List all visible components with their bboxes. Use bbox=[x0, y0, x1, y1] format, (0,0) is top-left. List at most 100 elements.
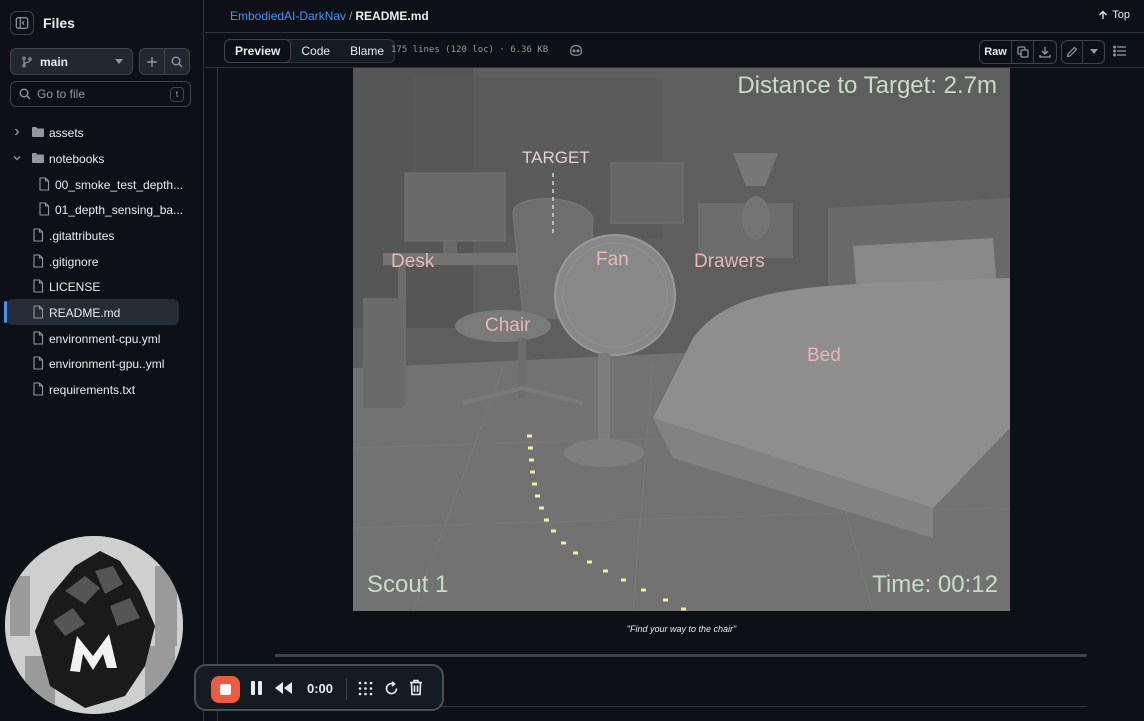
tree-item-label: environment-cpu.yml bbox=[49, 332, 161, 346]
back-to-top-button[interactable]: Top bbox=[1098, 9, 1130, 21]
tab-preview[interactable]: Preview bbox=[224, 39, 292, 63]
breadcrumb: EmbodiedAI-DarkNav / README.md bbox=[230, 9, 429, 23]
file-meta: 175 lines (120 loc) · 6.36 KB bbox=[391, 45, 549, 55]
collapse-sidebar-button[interactable] bbox=[10, 11, 34, 35]
tree-item-00-smoke-test-depth[interactable]: 00_smoke_test_depth... bbox=[6, 171, 183, 197]
go-to-file-input[interactable]: Go to file t bbox=[10, 81, 191, 107]
chevron-right-icon[interactable] bbox=[12, 127, 22, 137]
sidebar-collapse-icon bbox=[15, 17, 29, 29]
path-dot bbox=[681, 607, 686, 611]
tree-item-label: .gitignore bbox=[49, 255, 99, 269]
view-mode-tabs: Preview Code Blame bbox=[224, 39, 396, 63]
branch-selector[interactable]: main bbox=[10, 48, 133, 75]
screen-recorder-bar: 0:00 bbox=[194, 664, 444, 711]
file-icon bbox=[33, 331, 44, 345]
bed-label: Bed bbox=[807, 345, 841, 366]
tree-item-gitignore[interactable]: .gitignore bbox=[6, 248, 179, 274]
copilot-icon[interactable] bbox=[569, 43, 583, 57]
plus-icon bbox=[147, 56, 157, 67]
tree-item-readme-md[interactable]: README.md bbox=[6, 299, 179, 325]
search-icon bbox=[19, 88, 31, 100]
agent-label: Scout 1 bbox=[367, 571, 449, 598]
tree-item-environment-cpu-yml[interactable]: environment-cpu.yml bbox=[6, 325, 179, 351]
tree-item-license[interactable]: LICENSE bbox=[6, 273, 179, 299]
time-readout: Time: 00:12 bbox=[872, 571, 998, 598]
tree-item-label: 01_depth_sensing_ba... bbox=[55, 203, 184, 217]
git-branch-icon bbox=[22, 55, 32, 68]
search-files-button[interactable] bbox=[164, 48, 190, 75]
file-icon bbox=[39, 202, 50, 216]
breadcrumb-repo-link[interactable]: EmbodiedAI-DarkNav bbox=[230, 9, 346, 23]
chevron-down-icon bbox=[115, 59, 123, 64]
tree-item-requirements-txt[interactable]: requirements.txt bbox=[6, 376, 179, 402]
breadcrumb-file: README.md bbox=[355, 9, 429, 23]
path-dot bbox=[561, 541, 566, 545]
download-icon bbox=[1039, 47, 1051, 58]
raw-actions-group: Raw bbox=[979, 40, 1057, 64]
file-header: EmbodiedAI-DarkNav / README.md Top bbox=[205, 0, 1144, 33]
tree-item-label: .gitattributes bbox=[49, 229, 115, 243]
image-caption: "Find your way to the chair" bbox=[626, 624, 737, 634]
tree-item-label: assets bbox=[49, 126, 84, 140]
drawers-label: Drawers bbox=[694, 251, 765, 272]
trash-icon[interactable] bbox=[409, 679, 423, 696]
file-icon bbox=[33, 382, 44, 396]
arrow-up-icon bbox=[1099, 10, 1108, 19]
folder-icon bbox=[32, 127, 44, 137]
top-label: Top bbox=[1112, 9, 1130, 21]
sidebar-title: Files bbox=[43, 15, 75, 31]
tree-item-notebooks[interactable]: notebooks bbox=[6, 145, 179, 171]
section-divider bbox=[275, 654, 1087, 657]
path-dot bbox=[530, 470, 535, 474]
fan-label: Fan bbox=[596, 249, 629, 270]
edit-options-button[interactable] bbox=[1083, 41, 1104, 63]
edit-file-button[interactable] bbox=[1062, 41, 1084, 63]
file-icon bbox=[33, 305, 44, 319]
path-dot bbox=[535, 494, 540, 498]
content-divider bbox=[217, 68, 218, 721]
tree-item-label: notebooks bbox=[49, 152, 105, 166]
desk-label: Desk bbox=[391, 251, 435, 272]
path-dot bbox=[603, 569, 608, 573]
rewind-icon[interactable] bbox=[275, 682, 293, 694]
readme-scene-image: Distance to Target: 2.7m TARGET Desk Fan… bbox=[353, 68, 1010, 611]
tree-item-gitattributes[interactable]: .gitattributes bbox=[6, 222, 179, 248]
stop-recording-button[interactable] bbox=[211, 676, 240, 703]
avatar bbox=[5, 536, 183, 714]
tree-item-label: requirements.txt bbox=[49, 383, 136, 397]
path-dot bbox=[539, 506, 544, 510]
tree-item-assets[interactable]: assets bbox=[6, 119, 179, 145]
recording-time: 0:00 bbox=[307, 681, 334, 696]
path-dot bbox=[663, 598, 668, 602]
chevron-down-icon bbox=[1089, 49, 1098, 54]
search-icon bbox=[171, 56, 183, 67]
tab-code[interactable]: Code bbox=[291, 40, 340, 62]
path-dot bbox=[641, 588, 646, 592]
stop-icon bbox=[220, 684, 231, 695]
raw-button[interactable]: Raw bbox=[980, 41, 1012, 63]
download-button[interactable] bbox=[1034, 41, 1056, 63]
go-to-file-placeholder: Go to file bbox=[37, 87, 86, 101]
file-icon bbox=[33, 254, 44, 268]
tree-item-label: environment-gpu..yml bbox=[49, 357, 165, 371]
outline-list-icon[interactable] bbox=[1113, 44, 1127, 58]
tree-item-environment-gpu-yml[interactable]: environment-gpu..yml bbox=[6, 350, 179, 376]
restart-icon[interactable] bbox=[384, 681, 399, 696]
tab-blame[interactable]: Blame bbox=[340, 40, 394, 62]
pause-icon[interactable] bbox=[250, 680, 264, 696]
branch-name: main bbox=[40, 54, 69, 69]
folder-icon bbox=[32, 153, 44, 163]
file-icon bbox=[33, 356, 44, 370]
edit-actions-group bbox=[1061, 40, 1105, 64]
path-dot bbox=[529, 458, 534, 462]
tree-item-01-depth-sensing-ba[interactable]: 01_depth_sensing_ba... bbox=[6, 196, 183, 222]
add-file-button[interactable] bbox=[139, 48, 165, 75]
chevron-down-icon[interactable] bbox=[12, 153, 22, 163]
grid-dots-icon[interactable] bbox=[358, 681, 373, 696]
copy-icon bbox=[1016, 46, 1029, 58]
file-icon bbox=[39, 177, 50, 191]
file-toolbar: Preview Code Blame 175 lines (120 loc) ·… bbox=[205, 34, 1144, 68]
copy-raw-button[interactable] bbox=[1012, 41, 1034, 63]
file-icon bbox=[33, 228, 44, 242]
pencil-icon bbox=[1066, 46, 1078, 58]
